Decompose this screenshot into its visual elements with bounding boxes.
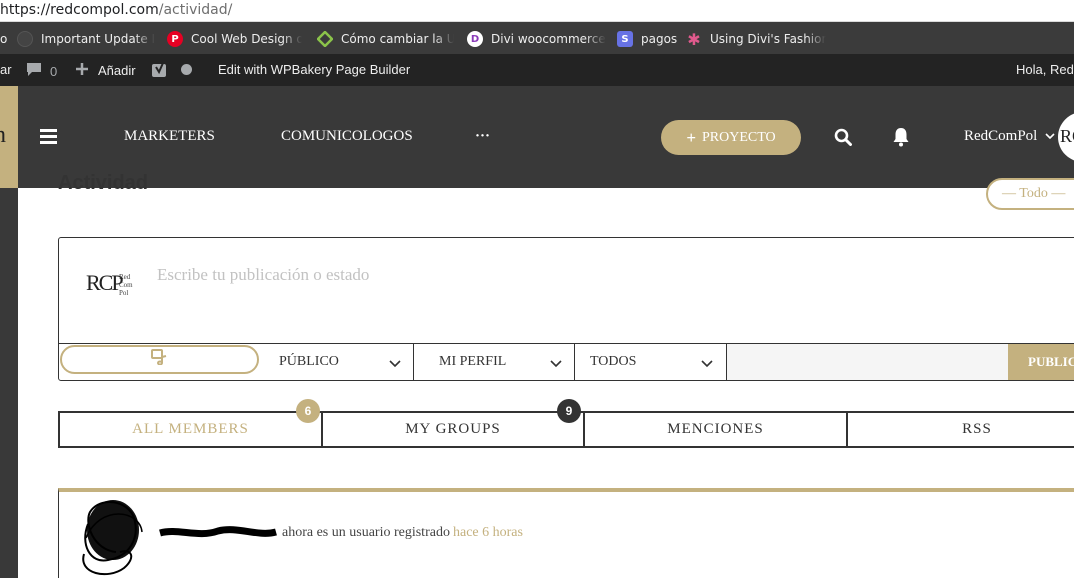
plus-icon: + (686, 127, 697, 147)
activity-time-link[interactable]: hace 6 horas (453, 525, 523, 541)
page-title: Actividad (58, 172, 149, 194)
user-avatar-scribbled[interactable] (80, 494, 150, 578)
bookmark-como-cambiar[interactable]: Cómo cambiar la URL (317, 30, 454, 48)
new-project-button[interactable]: + PROYECTO (661, 120, 801, 155)
tab-menciones[interactable]: MENCIONES (585, 411, 846, 448)
url-text[interactable]: https://redcompol.com/actividad/ (0, 2, 232, 18)
chevron-down-icon (389, 355, 401, 373)
count-badge: 9 (557, 399, 581, 423)
nav-marketers[interactable]: MARKETERS (124, 128, 215, 145)
admin-wpbakery[interactable]: Edit with WPBakery Page Builder (218, 62, 410, 77)
composer-avatar: RCP Red Com Pol (86, 270, 133, 297)
admin-yoast[interactable] (151, 62, 169, 81)
bell-icon[interactable] (892, 127, 910, 152)
hamburger-menu-icon[interactable] (40, 129, 57, 147)
site-header: n MARKETERS COMUNICOLOGOS ··· (0, 86, 1074, 188)
diamond-icon (317, 31, 333, 47)
publish-button[interactable]: PUBLICAR (1008, 344, 1074, 380)
logo-subtext: Red Com Pol (119, 273, 133, 297)
shield-icon (17, 31, 33, 47)
stripe-icon: S (617, 31, 633, 47)
bookmarks-bar: o Important Update Inf P Cool Web Design… (0, 22, 1074, 54)
bookmark-cool-web-design[interactable]: P Cool Web Design on (167, 30, 302, 48)
nav-more[interactable]: ··· (475, 128, 490, 145)
url-host: https://redcompol.com (0, 2, 159, 18)
site-logo[interactable]: n (0, 86, 18, 188)
bookmark-divi-fashion[interactable]: ✱ Using Divi's Fashion L (686, 30, 826, 48)
divi-icon: D (467, 31, 483, 47)
count-badge: 6 (296, 399, 320, 423)
activity-filter-select[interactable]: — Todo — (986, 178, 1074, 210)
tab-rss[interactable]: RSS (848, 411, 1074, 448)
select-divider (574, 344, 575, 380)
comment-icon (26, 62, 42, 80)
redacted-username[interactable] (158, 526, 278, 545)
chevron-down-icon (550, 355, 562, 373)
left-sidebar-edge (0, 188, 18, 578)
admin-comments[interactable]: 0 (26, 62, 57, 80)
bookmark-important-update[interactable]: Important Update Inf (17, 30, 155, 48)
select-divider (413, 344, 414, 380)
chevron-down-icon (701, 355, 713, 373)
address-bar[interactable]: https://redcompol.com/actividad/ (0, 0, 1074, 22)
bookmark-cut[interactable]: o (0, 30, 7, 48)
activity-text: ahora es un usuario registrado (282, 525, 450, 540)
admin-bar: ar 0 Añadir Edit with WPBakery Page Buil… (0, 54, 1074, 86)
yoast-icon (151, 62, 169, 81)
star-icon: ✱ (687, 30, 701, 48)
admin-cut-item[interactable]: ar (0, 62, 12, 77)
search-icon[interactable] (834, 128, 852, 151)
pinterest-icon: P (167, 31, 183, 47)
composer-extra-field[interactable] (726, 344, 1008, 380)
status-input[interactable]: Escribe tu publicación o estado (157, 265, 369, 285)
bookmark-pagos[interactable]: S pagos (617, 30, 677, 48)
chevron-down-icon (1045, 128, 1055, 145)
admin-status-dot[interactable] (181, 64, 192, 75)
media-icon (150, 349, 169, 370)
media-upload-button[interactable] (60, 345, 259, 374)
status-dot-icon (181, 64, 192, 75)
tab-all-members[interactable]: ALL MEMBERS (60, 411, 321, 448)
tab-my-groups[interactable]: MY GROUPS (323, 411, 583, 448)
admin-greeting[interactable]: Hola, RedC (1016, 62, 1074, 77)
admin-add-new[interactable]: Añadir (75, 62, 136, 79)
url-path: /actividad/ (158, 2, 233, 18)
plus-icon (75, 62, 89, 79)
user-menu[interactable]: RedComPol (964, 128, 1055, 145)
nav-comunicologos[interactable]: COMUNICOLOGOS (281, 128, 413, 145)
bookmark-divi-woocommerce[interactable]: D Divi woocommerce la (467, 30, 606, 48)
